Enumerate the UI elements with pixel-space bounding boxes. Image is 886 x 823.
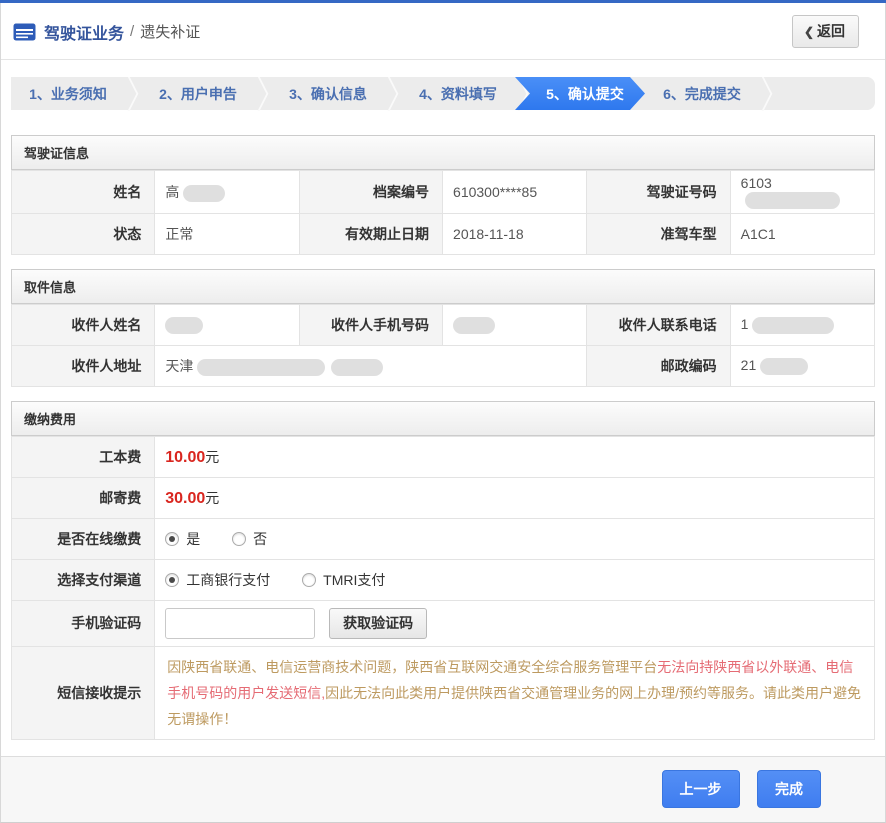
table-row: 姓名 高 档案编号 610300****85 驾驶证号码 6103: [12, 171, 875, 214]
pay-channel-options: 工商银行支付 TMRI支付: [155, 559, 875, 600]
page-container: 驾驶证业务 / 遗失补证 ❮返回 1、业务须知 2、用户申告 3、确认信息 4、…: [0, 3, 886, 823]
sms-note-text: 因陕西省联通、电信运营商技术问题，陕西省互联网交通安全综合服务管理平台无法向持陕…: [155, 646, 875, 739]
radio-label-no[interactable]: 否: [253, 531, 267, 547]
section-fees: 缴纳费用 工本费 10.00元 邮寄费 30.00元 是否在线缴费 是 否 选择…: [11, 401, 875, 740]
step-separator-icon: [385, 77, 401, 110]
recipient-phone-value: 1: [730, 304, 874, 345]
radio-channel-tmri[interactable]: [302, 573, 316, 587]
section-pickup-info: 取件信息 收件人姓名 收件人手机号码 收件人联系电话 1 收件人地址 天津 邮政…: [11, 269, 875, 387]
recipient-name-label: 收件人姓名: [12, 304, 155, 345]
sms-note-label: 短信接收提示: [12, 646, 155, 739]
postcode-value: 21: [730, 345, 874, 386]
redaction-blob: [331, 359, 383, 376]
page-title: 驾驶证业务: [44, 20, 124, 44]
section-title: 驾驶证信息: [11, 135, 875, 170]
recipient-name-value: [155, 304, 299, 345]
section-title: 取件信息: [11, 269, 875, 304]
content-spacer: [1, 740, 885, 756]
table-row: 工本费 10.00元: [12, 436, 875, 477]
postage-fee-value: 30.00元: [155, 477, 875, 518]
back-button-label: 返回: [817, 23, 845, 39]
table-row: 收件人地址 天津 邮政编码 21: [12, 345, 875, 386]
radio-channel-icbc[interactable]: [165, 573, 179, 587]
get-code-button[interactable]: 获取验证码: [329, 608, 427, 639]
status-value: 正常: [155, 213, 299, 254]
step-4-fill-materials[interactable]: 4、资料填写: [401, 77, 515, 110]
step-1-business-notice[interactable]: 1、业务须知: [11, 77, 125, 110]
card-fee-value: 10.00元: [155, 436, 875, 477]
name-label: 姓名: [12, 171, 155, 214]
table-row: 短信接收提示 因陕西省联通、电信运营商技术问题，陕西省互联网交通安全综合服务管理…: [12, 646, 875, 739]
section-title: 缴纳费用: [11, 401, 875, 436]
vehicle-class-label: 准驾车型: [587, 213, 730, 254]
file-no-value: 610300****85: [443, 171, 587, 214]
license-no-value: 6103: [730, 171, 874, 214]
redaction-blob: [183, 185, 225, 202]
vehicle-class-value: A1C1: [730, 213, 874, 254]
breadcrumb-separator: /: [130, 23, 134, 40]
expiry-value: 2018-11-18: [443, 213, 587, 254]
postcode-label: 邮政编码: [587, 345, 730, 386]
table-row: 是否在线缴费 是 否: [12, 518, 875, 559]
redaction-blob: [165, 317, 203, 334]
sms-code-input[interactable]: [165, 608, 315, 639]
redaction-blob: [197, 359, 325, 376]
step-3-confirm-info[interactable]: 3、确认信息: [271, 77, 385, 110]
radio-label-yes[interactable]: 是: [186, 531, 200, 547]
note-segment-gold: 因陕西省联通、电信运营商技术问题，陕西省互联网交通安全综合服务管理平台: [167, 659, 657, 675]
step-6-finish-submit[interactable]: 6、完成提交: [645, 77, 759, 110]
card-fee-label: 工本费: [12, 436, 155, 477]
address-label: 收件人地址: [12, 345, 155, 386]
redaction-blob: [745, 192, 840, 209]
radio-label-icbc[interactable]: 工商银行支付: [186, 572, 270, 588]
step-separator-icon: [255, 77, 271, 110]
prev-step-button[interactable]: 上一步: [662, 770, 740, 808]
step-separator-icon: [759, 77, 775, 110]
redaction-blob: [752, 317, 834, 334]
section-license-info: 驾驶证信息 姓名 高 档案编号 610300****85 驾驶证号码 6103 …: [11, 135, 875, 255]
name-value: 高: [155, 171, 299, 214]
step-bar-filler: [775, 77, 875, 110]
step-5-confirm-submit[interactable]: 5、确认提交: [515, 77, 645, 110]
license-no-label: 驾驶证号码: [587, 171, 730, 214]
step-wizard: 1、业务须知 2、用户申告 3、确认信息 4、资料填写 5、确认提交 6、完成提…: [11, 77, 875, 110]
radio-label-tmri[interactable]: TMRI支付: [323, 572, 385, 588]
sms-code-cell: 获取验证码: [155, 600, 875, 646]
page-header: 驾驶证业务 / 遗失补证 ❮返回: [1, 3, 885, 60]
file-no-label: 档案编号: [299, 171, 442, 214]
table-row: 选择支付渠道 工商银行支付 TMRI支付: [12, 559, 875, 600]
license-info-table: 姓名 高 档案编号 610300****85 驾驶证号码 6103 状态 正常 …: [11, 170, 875, 255]
table-row: 状态 正常 有效期止日期 2018-11-18 准驾车型 A1C1: [12, 213, 875, 254]
table-row: 收件人姓名 收件人手机号码 收件人联系电话 1: [12, 304, 875, 345]
radio-online-pay-yes[interactable]: [165, 532, 179, 546]
online-pay-options: 是 否: [155, 518, 875, 559]
recipient-mobile-value: [443, 304, 587, 345]
pickup-info-table: 收件人姓名 收件人手机号码 收件人联系电话 1 收件人地址 天津 邮政编码 21: [11, 304, 875, 387]
redaction-blob: [453, 317, 495, 334]
step-2-user-declaration[interactable]: 2、用户申告: [141, 77, 255, 110]
back-button[interactable]: ❮返回: [792, 15, 859, 48]
table-row: 邮寄费 30.00元: [12, 477, 875, 518]
fees-table: 工本费 10.00元 邮寄费 30.00元 是否在线缴费 是 否 选择支付渠道 …: [11, 436, 875, 740]
online-pay-label: 是否在线缴费: [12, 518, 155, 559]
table-row: 手机验证码 获取验证码: [12, 600, 875, 646]
pay-channel-label: 选择支付渠道: [12, 559, 155, 600]
recipient-mobile-label: 收件人手机号码: [299, 304, 442, 345]
form-list-icon: [13, 23, 36, 41]
redaction-blob: [760, 358, 808, 375]
chevron-left-icon: ❮: [804, 25, 814, 39]
address-value: 天津: [155, 345, 587, 386]
radio-online-pay-no[interactable]: [232, 532, 246, 546]
finish-button[interactable]: 完成: [757, 770, 821, 808]
breadcrumb-current: 遗失补证: [140, 21, 200, 42]
status-label: 状态: [12, 213, 155, 254]
postage-fee-label: 邮寄费: [12, 477, 155, 518]
sms-code-label: 手机验证码: [12, 600, 155, 646]
step-separator-icon: [125, 77, 141, 110]
expiry-label: 有效期止日期: [299, 213, 442, 254]
recipient-phone-label: 收件人联系电话: [587, 304, 730, 345]
